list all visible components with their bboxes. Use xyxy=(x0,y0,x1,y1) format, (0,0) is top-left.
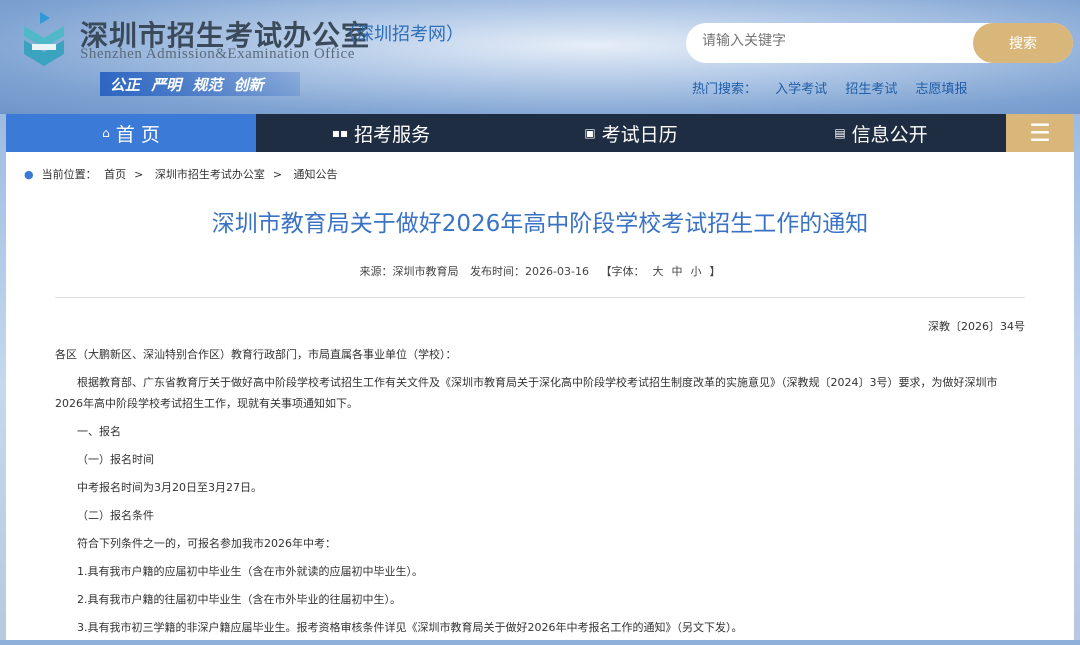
breadcrumb-link[interactable]: 通知公告 xyxy=(294,168,338,181)
paragraph: （二）报名条件 xyxy=(55,505,1025,526)
nav-services[interactable]: ▪▪ 招考服务 xyxy=(256,114,506,152)
article-title: 深圳市教育局关于做好2026年高中阶段学校考试招生工作的通知 xyxy=(6,204,1074,238)
font-small[interactable]: 小 xyxy=(690,265,701,278)
document-icon: ▤ xyxy=(834,126,845,140)
search-input[interactable] xyxy=(702,33,972,49)
calendar-icon: ▣ xyxy=(584,126,595,140)
content-panel: ● 当前位置： 首页 > 深圳市招生考试办公室 > 通知公告 深圳市教育局关于做好20… xyxy=(6,152,1074,640)
nav-calendar[interactable]: ▣ 考试日历 xyxy=(506,114,756,152)
font-size-label: 【字体： xyxy=(600,265,644,278)
breadcrumb-sep: > xyxy=(134,168,143,181)
breadcrumb-link[interactable]: 深圳市招生考试办公室 xyxy=(155,168,265,181)
logo-subtitle: （深圳招考网） xyxy=(338,20,464,46)
paragraph: 中考报名时间为3月20日至3月27日。 xyxy=(55,477,1025,498)
search-button[interactable]: 搜索 xyxy=(973,23,1073,63)
breadcrumb-sep: > xyxy=(273,168,282,181)
hot-search-label: 热门搜索： xyxy=(692,82,757,97)
font-size-end: 】 xyxy=(709,265,720,278)
paragraph: 各区（大鹏新区、深汕特别合作区）教育行政部门，市局直属各事业单位（学校）： xyxy=(55,344,1025,365)
doc-number: 深教〔2026〕34号 xyxy=(55,316,1025,337)
article-meta: 来源：深圳市教育局 发布时间：2026-03-16 【字体： 大中小】 xyxy=(6,263,1074,279)
grid-icon: ▪▪ xyxy=(332,126,348,140)
divider xyxy=(55,297,1025,298)
paragraph: 1.具有我市户籍的应届初中毕业生（含在市外就读的应届初中毕业生）。 xyxy=(55,561,1025,582)
nav-label: 招考服务 xyxy=(354,120,430,147)
hot-link[interactable]: 招生考试 xyxy=(845,82,897,97)
font-medium[interactable]: 中 xyxy=(671,265,682,278)
paragraph: 根据教育部、广东省教育厅关于做好高中阶段学校考试招生工作有关文件及《深圳市教育局… xyxy=(55,372,1025,414)
logo-icon xyxy=(20,10,68,68)
breadcrumb: ● 当前位置： 首页 > 深圳市招生考试办公室 > 通知公告 xyxy=(24,166,346,182)
breadcrumb-link[interactable]: 首页 xyxy=(104,168,126,181)
paragraph: 2.具有我市户籍的往届初中毕业生（含在市外毕业的往届初中生）。 xyxy=(55,589,1025,610)
hot-link[interactable]: 志愿填报 xyxy=(915,82,967,97)
motto: 公正 严明 规范 创新 xyxy=(100,72,300,96)
site-header: 深圳市招生考试办公室 （深圳招考网） Shenzhen Admission&Ex… xyxy=(0,0,1080,114)
paragraph: 一、报名 xyxy=(55,421,1025,442)
nav-label: 信息公开 xyxy=(852,120,928,147)
breadcrumb-label: 当前位置： xyxy=(42,168,97,181)
search-box: 搜索 xyxy=(686,23,1073,63)
menu-button[interactable]: ☰ xyxy=(1006,114,1074,152)
font-large[interactable]: 大 xyxy=(652,265,663,278)
main-nav: ⌂ 首 页 ▪▪ 招考服务 ▣ 考试日历 ▤ 信息公开 ☰ xyxy=(6,114,1074,152)
location-pin-icon: ● xyxy=(24,168,34,181)
nav-label: 首 页 xyxy=(116,120,160,147)
hot-link[interactable]: 入学考试 xyxy=(775,82,827,97)
article-date: 发布时间：2026-03-16 xyxy=(470,265,589,278)
hot-search: 热门搜索： 入学考试 招生考试 志愿填报 xyxy=(692,78,981,97)
logo-english: Shenzhen Admission&Examination Office xyxy=(80,46,355,63)
article-body: 深教〔2026〕34号 各区（大鹏新区、深汕特别合作区）教育行政部门，市局直属各… xyxy=(55,316,1025,645)
nav-label: 考试日历 xyxy=(602,120,678,147)
paragraph: （一）报名时间 xyxy=(55,449,1025,470)
home-icon: ⌂ xyxy=(102,126,110,140)
nav-info[interactable]: ▤ 信息公开 xyxy=(756,114,1006,152)
article-source: 来源：深圳市教育局 xyxy=(360,265,459,278)
paragraph: 3.具有我市初三学籍的非深户籍应届毕业生。报考资格审核条件详见《深圳市教育局关于… xyxy=(55,617,1025,638)
paragraph: 符合下列条件之一的，可报名参加我市2026年中考： xyxy=(55,533,1025,554)
nav-home[interactable]: ⌂ 首 页 xyxy=(6,114,256,152)
